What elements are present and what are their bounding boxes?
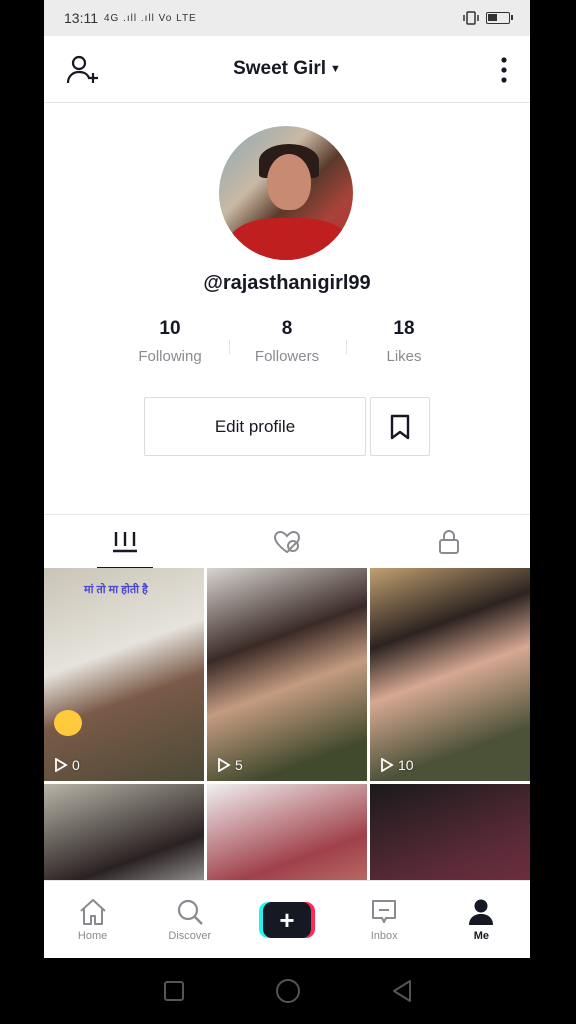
tab-liked[interactable] (206, 515, 368, 569)
content-tabs (44, 514, 530, 569)
nav-label: Discover (168, 930, 212, 942)
inbox-icon (372, 900, 397, 923)
video-thumbnail[interactable]: मां तो मा होती है 0 (44, 568, 204, 781)
stats-row: 10 Following 8 Followers 18 Likes (112, 318, 462, 365)
tab-private[interactable] (368, 515, 530, 569)
back-icon[interactable] (391, 979, 413, 1003)
view-count-text: 10 (398, 757, 414, 773)
nav-me[interactable]: Me (433, 881, 530, 958)
profile-icon (469, 899, 494, 925)
stat-label: Followers (254, 348, 320, 365)
avatar[interactable] (219, 126, 353, 260)
create-video-button[interactable]: + (259, 902, 315, 938)
divider (346, 340, 347, 354)
home-icon (79, 899, 106, 925)
profile-header: Sweet Girl ▼ (44, 36, 530, 103)
status-bar: 13:11 4G .ıll .ıll Vo LTE (44, 0, 530, 36)
more-options-icon[interactable] (500, 56, 508, 84)
status-time: 13:11 (64, 10, 98, 26)
crying-emoji-icon (54, 710, 82, 736)
nav-inbox[interactable]: Inbox (336, 881, 433, 958)
nav-home[interactable]: Home (44, 881, 141, 958)
vibrate-icon (463, 11, 479, 25)
view-count: 0 (54, 757, 80, 773)
divider (229, 340, 230, 354)
stat-likes[interactable]: 18 Likes (346, 318, 462, 365)
bottom-nav: Home Discover + Inbox Me (44, 880, 530, 958)
bookmark-icon (390, 414, 410, 439)
username: @rajasthanigirl99 (203, 272, 371, 294)
edit-profile-button[interactable]: Edit profile (144, 397, 366, 456)
add-user-icon[interactable] (66, 53, 100, 87)
signal-indicator: 4G .ıll .ıll Vo LTE (104, 12, 197, 24)
video-caption-overlay: मां तो मा होती है (84, 584, 148, 596)
chevron-down-icon: ▼ (330, 63, 341, 75)
recent-apps-icon[interactable] (163, 980, 185, 1002)
stat-value: 18 (393, 318, 415, 339)
nav-label: Home (77, 930, 108, 942)
page-title: Sweet Girl (233, 58, 327, 79)
view-count-text: 5 (235, 757, 243, 773)
stat-label: Likes (386, 348, 422, 365)
app-screen: 13:11 4G .ıll .ıll Vo LTE Sweet Girl ▼ @… (44, 0, 530, 958)
nav-label: Inbox (370, 930, 398, 942)
view-count: 5 (217, 757, 243, 773)
stat-following[interactable]: 10 Following (112, 318, 228, 365)
plus-icon: + (263, 902, 311, 938)
favorites-button[interactable] (370, 397, 430, 456)
stat-followers[interactable]: 8 Followers (229, 318, 345, 365)
stat-value: 10 (159, 318, 181, 339)
stat-value: 8 (281, 318, 293, 339)
nav-discover[interactable]: Discover (141, 881, 238, 958)
account-switcher[interactable]: Sweet Girl ▼ (233, 58, 341, 80)
nav-label: Me (473, 930, 490, 942)
view-count-text: 0 (72, 757, 80, 773)
video-thumbnail[interactable]: 5 (207, 568, 367, 781)
system-nav-bar (0, 958, 576, 1024)
tab-videos[interactable] (44, 515, 206, 569)
search-icon (177, 899, 203, 925)
video-thumbnail[interactable]: 10 (370, 568, 530, 781)
play-icon (218, 758, 231, 772)
view-count: 10 (380, 757, 414, 773)
nav-create[interactable]: + (238, 881, 335, 958)
battery-icon (486, 12, 513, 24)
home-button-icon[interactable] (275, 978, 301, 1004)
heart-hidden-icon (273, 530, 301, 554)
play-icon (55, 758, 68, 772)
play-icon (381, 758, 394, 772)
stat-label: Following (138, 348, 202, 365)
grid-icon (113, 532, 137, 553)
lock-icon (439, 530, 459, 554)
